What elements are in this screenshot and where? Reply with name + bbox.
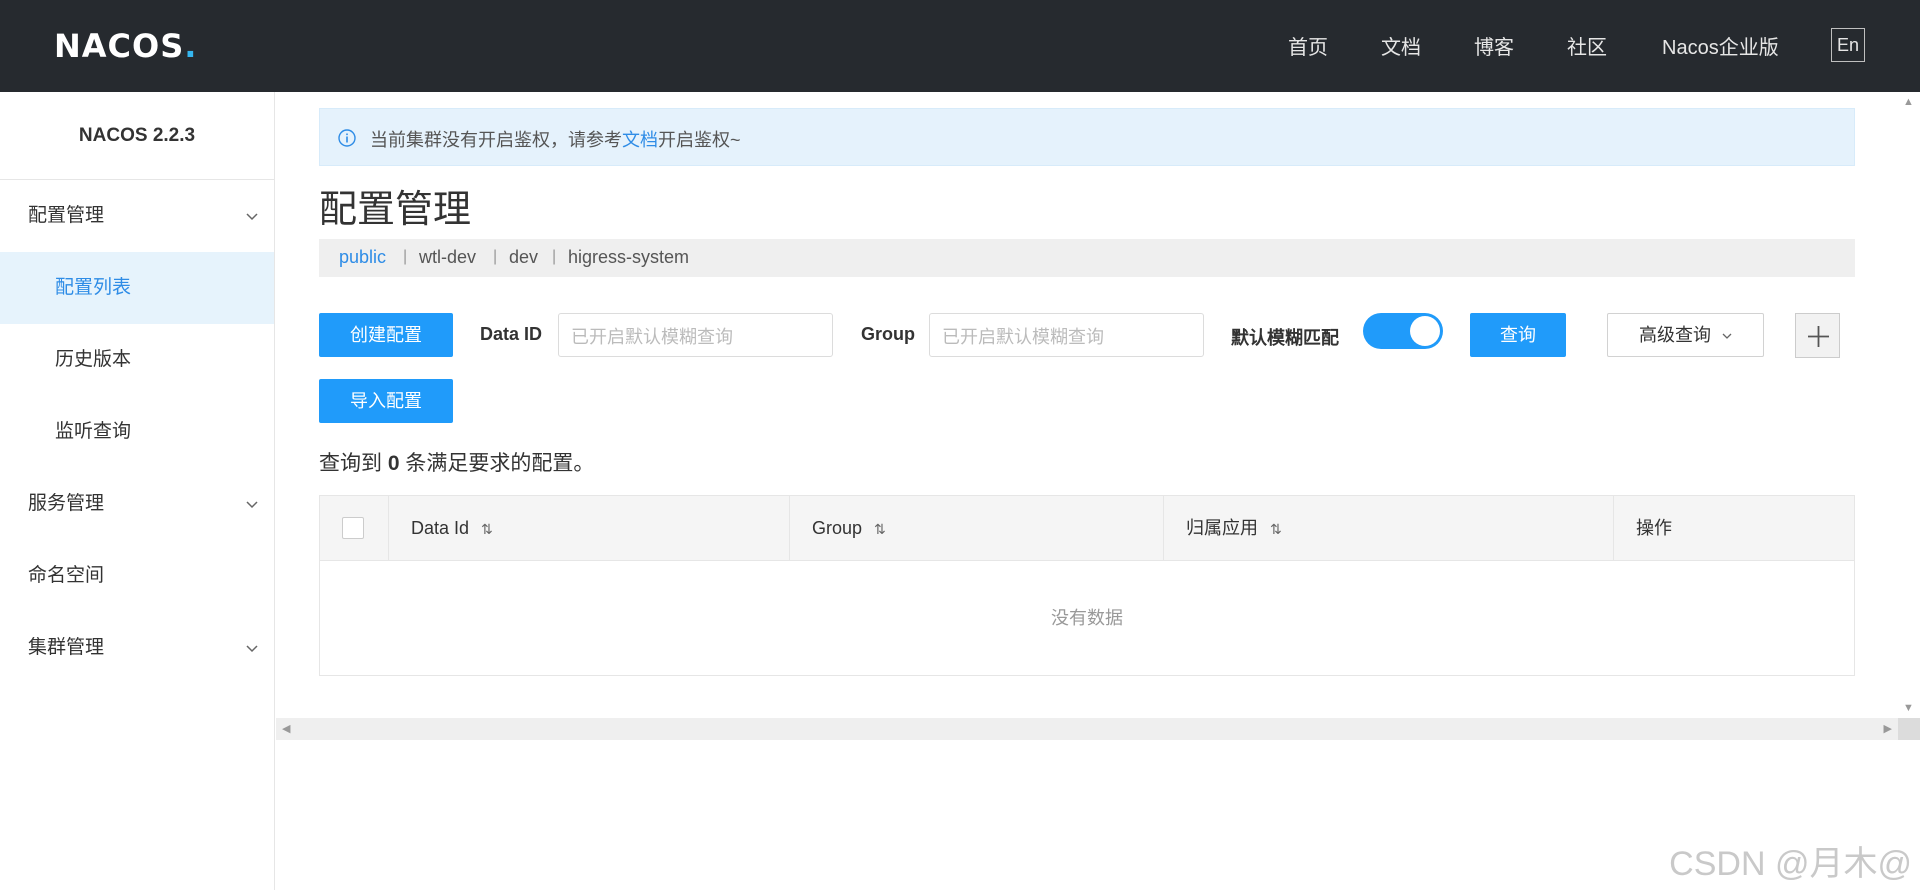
nav-community[interactable]: 社区 (1567, 31, 1607, 60)
horizontal-scrollbar[interactable]: ◀ ▶ (276, 718, 1898, 740)
dataid-input[interactable]: 已开启默认模糊查询 (558, 313, 833, 357)
select-all-checkbox[interactable] (342, 517, 364, 539)
version-label: NACOS 2.2.3 (0, 92, 274, 180)
toggle-knob (1410, 316, 1440, 346)
sidebar-item-label: 历史版本 (55, 349, 132, 370)
group-input[interactable]: 已开启默认模糊查询 (929, 313, 1204, 357)
scroll-right-icon[interactable]: ▶ (1884, 722, 1892, 735)
sort-icon[interactable]: ⇅ (874, 497, 886, 562)
info-icon (338, 129, 356, 147)
advanced-query-label: 高级查询 (1638, 325, 1711, 345)
chevron-down-icon (1722, 333, 1732, 339)
add-button[interactable] (1795, 313, 1840, 358)
namespace-higress-system[interactable]: higress-system (568, 247, 689, 268)
sort-icon[interactable]: ⇅ (481, 497, 493, 562)
sidebar: NACOS 2.2.3 配置管理 配置列表 历史版本 监听查询 服务管理 命名空… (0, 92, 275, 890)
sidebar-item-label: 监听查询 (55, 421, 132, 442)
docs-link[interactable]: 文档 (622, 130, 658, 150)
create-config-button[interactable]: 创建配置 (319, 313, 453, 357)
config-table: Data Id ⇅ Group ⇅ 归属应用 ⇅ 操作 没有数据 (319, 495, 1855, 676)
namespace-separator: | (403, 248, 408, 265)
chevron-down-icon (246, 501, 258, 509)
scroll-down-icon[interactable]: ▼ (1903, 702, 1914, 714)
nav-enterprise[interactable]: Nacos企业版 (1662, 31, 1779, 60)
namespace-bar: public | wtl-dev | dev | higress-system (319, 239, 1855, 277)
query-button[interactable]: 查询 (1470, 313, 1566, 357)
sidebar-item-config-list[interactable]: 配置列表 (0, 252, 274, 324)
language-switch-button[interactable]: En (1831, 28, 1865, 62)
chevron-down-icon (246, 645, 258, 653)
auth-alert: 当前集群没有开启鉴权，请参考文档开启鉴权~ (319, 108, 1855, 166)
nav-blog[interactable]: 博客 (1474, 31, 1514, 60)
column-dataid[interactable]: Data Id ⇅ (388, 496, 789, 561)
column-actions: 操作 (1613, 496, 1854, 561)
sidebar-item-config-management[interactable]: 配置管理 (0, 180, 274, 252)
namespace-dev[interactable]: dev (509, 247, 538, 268)
top-header: NACOS. 首页 文档 博客 社区 Nacos企业版 En (0, 0, 1920, 92)
sidebar-item-cluster-management[interactable]: 集群管理 (0, 612, 274, 684)
namespace-wtl-dev[interactable]: wtl-dev (419, 247, 476, 268)
sidebar-item-service-management[interactable]: 服务管理 (0, 468, 274, 540)
column-app[interactable]: 归属应用 ⇅ (1163, 496, 1613, 561)
column-group[interactable]: Group ⇅ (789, 496, 1163, 561)
alert-text: 当前集群没有开启鉴权，请参考文档开启鉴权~ (370, 130, 741, 150)
nacos-logo[interactable]: NACOS. (54, 27, 197, 65)
sidebar-item-label: 配置列表 (55, 277, 132, 298)
vertical-scrollbar[interactable]: ▲ ▼ (1898, 92, 1920, 718)
sidebar-item-label: 命名空间 (28, 565, 105, 586)
empty-state: 没有数据 (1051, 608, 1123, 628)
sort-icon[interactable]: ⇅ (1270, 497, 1282, 562)
group-label: Group (861, 324, 915, 344)
watermark: CSDN @月木@ (1669, 845, 1912, 883)
dataid-label: Data ID (480, 324, 543, 344)
advanced-query-button[interactable]: 高级查询 (1607, 313, 1764, 357)
namespace-public[interactable]: public (339, 247, 386, 268)
chevron-up-icon (246, 213, 258, 221)
nav-home[interactable]: 首页 (1288, 31, 1328, 60)
nav-docs[interactable]: 文档 (1381, 31, 1421, 60)
namespace-separator: | (493, 248, 498, 265)
sidebar-item-label: 配置管理 (28, 205, 105, 226)
sidebar-item-listener-query[interactable]: 监听查询 (0, 396, 274, 468)
page-title: 配置管理 (319, 189, 472, 231)
sidebar-item-history[interactable]: 历史版本 (0, 324, 274, 396)
sidebar-item-label: 服务管理 (28, 493, 105, 514)
fuzzy-match-toggle[interactable] (1363, 313, 1443, 349)
result-summary: 查询到 0 条满足要求的配置。 (319, 452, 595, 475)
import-config-button[interactable]: 导入配置 (319, 379, 453, 423)
scrollbar-corner (1898, 718, 1920, 740)
sidebar-item-namespace[interactable]: 命名空间 (0, 540, 274, 612)
fuzzy-match-label: 默认模糊匹配 (1231, 328, 1339, 348)
scroll-left-icon[interactable]: ◀ (282, 722, 290, 735)
sidebar-item-label: 集群管理 (28, 637, 105, 658)
namespace-separator: | (552, 248, 557, 265)
scroll-up-icon[interactable]: ▲ (1903, 96, 1914, 108)
table-header: Data Id ⇅ Group ⇅ 归属应用 ⇅ 操作 (320, 496, 1854, 561)
plus-icon (1808, 326, 1829, 347)
